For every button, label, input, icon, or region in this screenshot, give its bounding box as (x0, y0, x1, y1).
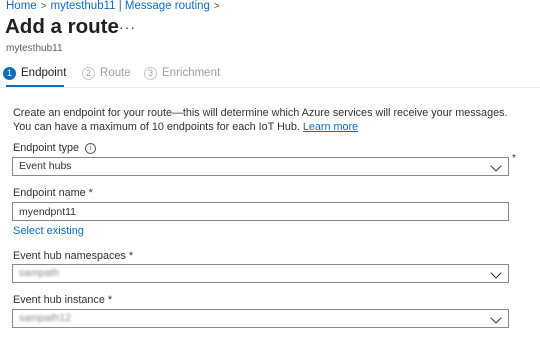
step-label: Enrichment (162, 67, 221, 79)
chevron-down-icon (490, 312, 502, 324)
endpoint-type-value: Event hubs (19, 160, 72, 172)
endpoint-name-label: Endpoint name * (13, 187, 93, 199)
breadcrumb-home-link[interactable]: Home (6, 0, 37, 12)
breadcrumb-message-routing-link[interactable]: mytesthub11 | Message routing (51, 0, 210, 12)
event-hub-namespaces-label: Event hub namespaces * (13, 250, 134, 262)
event-hub-namespaces-dropdown[interactable]: sampath (12, 264, 509, 283)
endpoint-name-input[interactable] (12, 202, 509, 221)
breadcrumb: Home > mytesthub11 | Message routing > (6, 0, 224, 12)
divider (0, 87, 540, 88)
description-text: Create an endpoint for your route—this w… (13, 107, 508, 133)
step-enrichment[interactable]: 3 Enrichment (144, 64, 220, 82)
event-hub-instance-value: sampath12 (19, 312, 71, 324)
step-number-badge: 3 (144, 66, 157, 80)
select-existing-link[interactable]: Select existing (13, 225, 84, 237)
step-number-badge: 1 (3, 66, 16, 80)
endpoint-type-dropdown[interactable]: Event hubs (12, 157, 509, 176)
event-hub-instance-dropdown[interactable]: sampath12 (12, 309, 509, 328)
step-route[interactable]: 2 Route (82, 64, 131, 82)
step-label: Route (100, 67, 131, 79)
chevron-down-icon (490, 267, 502, 279)
breadcrumb-separator-icon: > (213, 1, 220, 12)
endpoint-description: Create an endpoint for your route—this w… (13, 106, 523, 134)
endpoint-type-label: Endpoint type i (13, 142, 97, 154)
page-subtitle: mytesthub11 (6, 43, 63, 54)
info-icon[interactable]: i (85, 143, 97, 154)
required-asterisk: * (512, 153, 516, 164)
step-number-badge: 2 (82, 66, 95, 80)
endpoint-type-label-text: Endpoint type (13, 142, 80, 154)
event-hub-namespaces-value: sampath (19, 267, 60, 279)
more-options-icon[interactable]: ··· (119, 19, 136, 35)
step-endpoint[interactable]: 1 Endpoint (3, 64, 66, 82)
event-hub-instance-label: Event hub instance * (13, 294, 113, 306)
learn-more-link[interactable]: Learn more (303, 121, 358, 133)
page-title: Add a route (5, 15, 119, 38)
step-label: Endpoint (21, 67, 67, 79)
chevron-down-icon (490, 160, 502, 172)
breadcrumb-separator-icon: > (40, 1, 47, 12)
